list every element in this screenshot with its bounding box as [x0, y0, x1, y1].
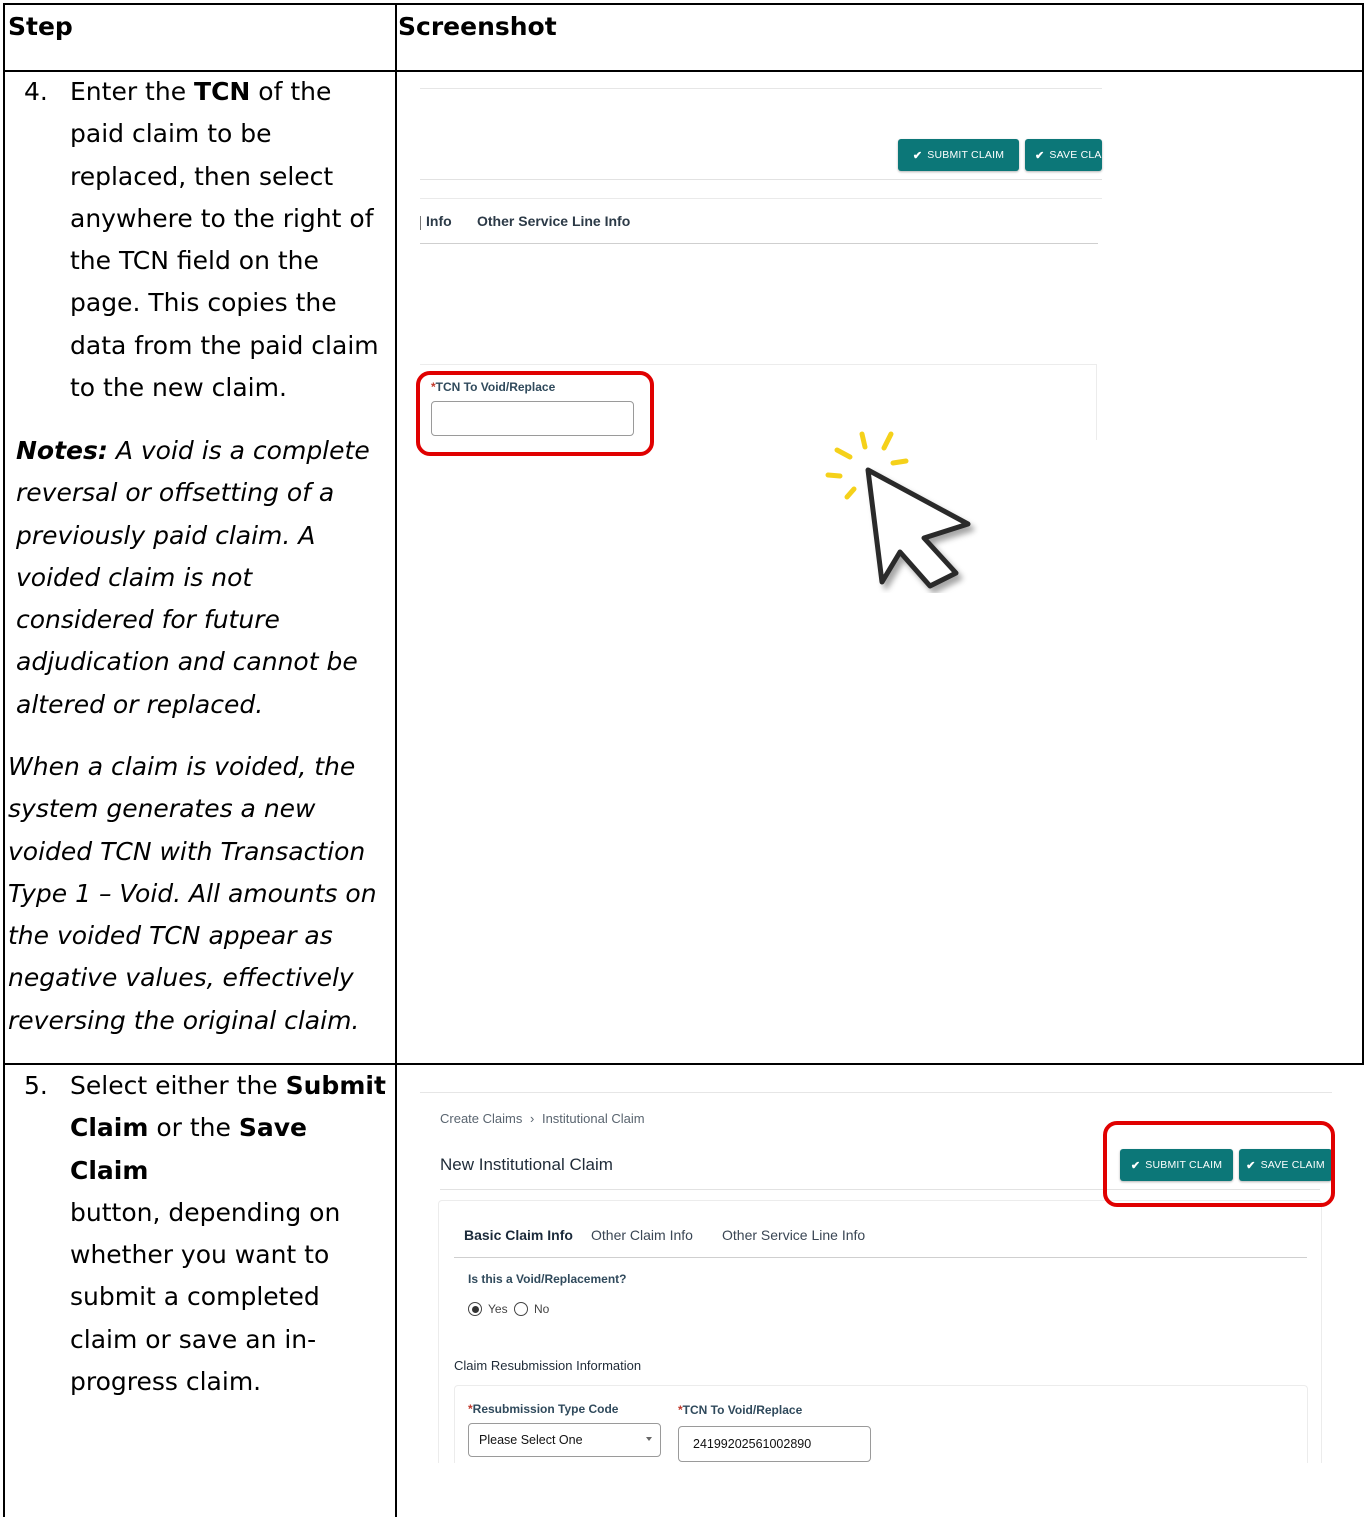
tab-basic-claim-info[interactable]: Basic Claim Info [464, 1227, 573, 1243]
breadcrumb-create-claims[interactable]: Create Claims [440, 1111, 522, 1126]
step-4-void-explanation: When a claim is voided, the system gener… [8, 752, 377, 1035]
tab-basic-claim-info-partial[interactable]: Info [426, 213, 452, 229]
radio-no[interactable]: No [514, 1302, 549, 1316]
check-icon: ✔ [912, 149, 923, 162]
header-divider [420, 179, 1102, 180]
table-border-right [1362, 3, 1364, 1065]
tcn-emphasis: TCN [194, 77, 251, 106]
tab-underline [454, 1257, 1307, 1258]
claim-buttons-highlight [1103, 1121, 1335, 1207]
tcn-void-replace-label: *TCN To Void/Replace [678, 1403, 803, 1417]
tab-other-claim-info[interactable]: Other Claim Info [591, 1227, 693, 1243]
step-5-instructions: 5. Select either the Submit Claim or the… [24, 1065, 394, 1396]
tab-underline [420, 243, 1098, 244]
tab-partial-separator [420, 216, 421, 230]
tcn-void-replace-input[interactable]: 24199202561002890 [678, 1426, 871, 1462]
radio-selected-icon [468, 1302, 482, 1316]
table-border-top [3, 3, 1364, 5]
dropdown-arrow-icon [646, 1437, 652, 1441]
step-4-number: 4. [24, 77, 48, 106]
radio-yes[interactable]: Yes [468, 1302, 508, 1316]
column-divider [395, 3, 397, 1517]
submit-claim-button[interactable]: ✔ SUBMIT CLAIM [898, 139, 1019, 171]
tab-other-service-line-info[interactable]: Other Service Line Info [722, 1227, 865, 1243]
column-header-screenshot: Screenshot [398, 12, 557, 41]
step-5-number: 5. [24, 1071, 48, 1100]
shot2-top-rule [420, 1092, 1332, 1093]
breadcrumb-institutional-claim[interactable]: Institutional Claim [542, 1111, 645, 1126]
resubmission-type-code-select[interactable]: Please Select One [468, 1423, 661, 1457]
check-icon: ✔ [1035, 149, 1045, 162]
resubmission-type-code-label: *Resubmission Type Code [468, 1402, 619, 1416]
mouse-cursor-click-icon [825, 431, 971, 589]
shot1-top-rule [420, 88, 1102, 89]
tab-other-service-line-info[interactable]: Other Service Line Info [477, 213, 630, 229]
tcn-field-highlight [416, 371, 654, 456]
save-claim-button[interactable]: ✔ SAVE CLA [1025, 139, 1102, 171]
page-title: New Institutional Claim [440, 1155, 613, 1174]
breadcrumb-separator: › [529, 1111, 535, 1126]
panel-top-rule [420, 198, 1102, 199]
void-replacement-question: Is this a Void/Replacement? [468, 1272, 627, 1286]
column-header-step: Step [8, 12, 73, 41]
notes-label: Notes: [16, 436, 108, 465]
table-border-left [3, 3, 5, 1517]
radio-unselected-icon [514, 1302, 528, 1316]
step-4-instructions: 4. Enter the TCN of the paid claim to be… [24, 71, 394, 411]
breadcrumb: Create Claims › Institutional Claim [440, 1111, 645, 1126]
section-title: Claim Resubmission Information [454, 1358, 642, 1373]
step-4-notes: Notes: A void is a complete reversal or … [16, 436, 370, 719]
